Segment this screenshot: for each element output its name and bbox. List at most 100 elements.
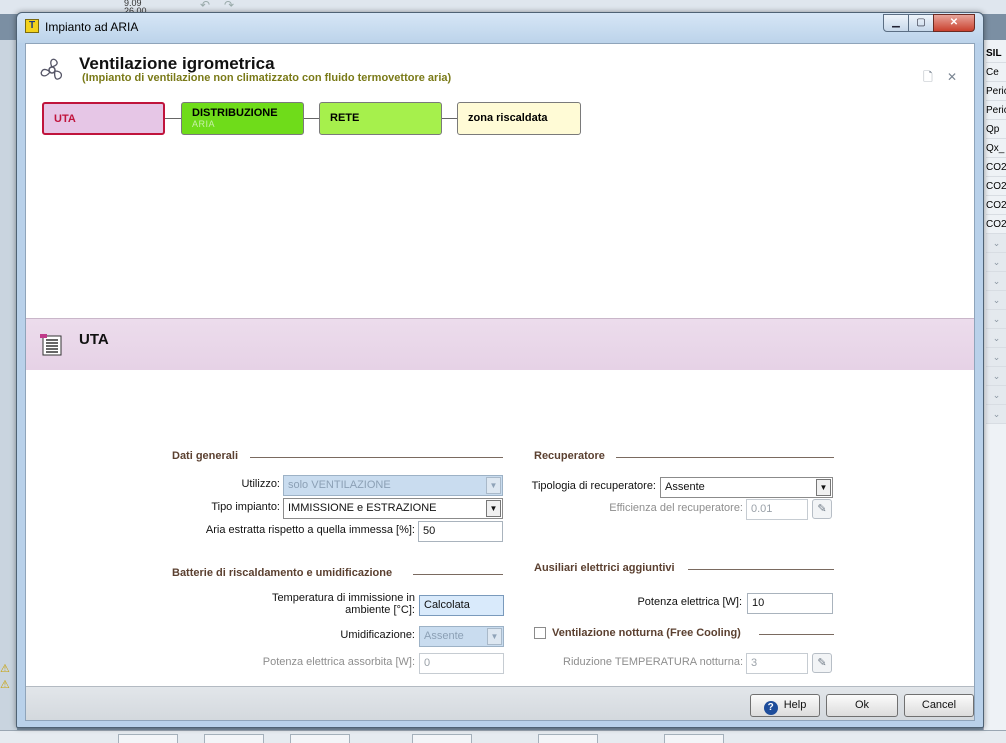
- chevron-down-icon: ▼: [487, 628, 502, 645]
- potenza-elettrica-input[interactable]: 10: [747, 593, 833, 614]
- ok-button[interactable]: Ok: [826, 694, 898, 717]
- group-title-ausiliari: Ausiliari elettrici aggiuntivi: [534, 562, 675, 574]
- umidificazione-label: Umidificazione:: [340, 629, 415, 641]
- chevron-down-icon[interactable]: ▼: [816, 479, 831, 496]
- tipo-impianto-value: IMMISSIONE e ESTRAZIONE: [288, 502, 437, 514]
- dialog-content: Ventilazione igrometrica (Impianto di ve…: [25, 43, 975, 721]
- warning-icon: ⚠: [0, 679, 10, 691]
- chevron-down-icon: ▼: [486, 477, 501, 494]
- list-item: Peric: [986, 101, 1006, 120]
- close-button[interactable]: ✕: [933, 14, 975, 32]
- background-tab[interactable]: [538, 734, 598, 743]
- temperatura-label: Temperatura di immissione in ambiente [°…: [226, 592, 415, 616]
- riduzione-temperatura-label: Riduzione TEMPERATURA notturna:: [563, 656, 743, 668]
- chevron-down-icon[interactable]: ⌄: [986, 348, 1006, 367]
- potenza-elettrica-label: Potenza elettrica [W]:: [637, 596, 742, 608]
- list-item: Qp: [986, 120, 1006, 139]
- group-title-ventilazione-notturna: Ventilazione notturna (Free Cooling): [552, 627, 741, 639]
- new-document-icon[interactable]: 🗋: [921, 70, 935, 84]
- background-tab[interactable]: [412, 734, 472, 743]
- umidificazione-value: Assente: [424, 630, 464, 642]
- umidificazione-select: Assente ▼: [419, 626, 504, 647]
- section-header: UTA: [26, 318, 974, 370]
- uta-form: Dati generali Utilizzo: solo VENTILAZION…: [26, 370, 974, 686]
- dialog-footer: ? Help Ok Cancel: [26, 686, 974, 720]
- cancel-button[interactable]: Cancel: [904, 694, 974, 717]
- chevron-down-icon[interactable]: ⌄: [986, 253, 1006, 272]
- lightbulb-icon[interactable]: ✎: [812, 499, 832, 519]
- lightbulb-icon[interactable]: ✎: [812, 653, 832, 673]
- air-handling-unit-icon: [40, 334, 62, 356]
- chevron-down-icon[interactable]: ⌄: [986, 291, 1006, 310]
- list-item: SIL: [986, 44, 1006, 63]
- aria-estratta-input[interactable]: 50: [418, 521, 503, 542]
- chevron-down-icon[interactable]: ⌄: [986, 234, 1006, 253]
- tipologia-recuperatore-select[interactable]: Assente ▼: [660, 477, 833, 498]
- group-divider: [688, 569, 834, 570]
- background-tab[interactable]: [118, 734, 178, 743]
- group-title-dati-generali: Dati generali: [172, 450, 239, 462]
- warning-icon: ⚠: [0, 663, 10, 675]
- list-item: Peric: [986, 82, 1006, 101]
- list-item: Qx_: [986, 139, 1006, 158]
- background-right-panel: SIL Ce Peric Peric Qp Qx_ CO2 CO2 CO2 CO…: [983, 40, 1006, 743]
- background-left-panel: ⚠ ⚠: [0, 40, 17, 743]
- redo-icon[interactable]: ↷: [224, 0, 234, 12]
- chevron-down-icon[interactable]: ⌄: [986, 405, 1006, 424]
- utilizzo-label: Utilizzo:: [241, 478, 280, 490]
- group-divider: [759, 634, 834, 635]
- close-document-icon[interactable]: ✕: [945, 70, 959, 84]
- flow-node-distribuzione[interactable]: DISTRIBUZIONE ARIA: [181, 102, 304, 135]
- chevron-down-icon[interactable]: ⌄: [986, 310, 1006, 329]
- flow-node-zona-riscaldata[interactable]: zona riscaldata: [457, 102, 581, 135]
- chevron-down-icon[interactable]: ⌄: [986, 272, 1006, 291]
- efficienza-label: Efficienza del recuperatore:: [609, 502, 743, 514]
- group-divider: [413, 574, 503, 575]
- minimize-button[interactable]: ▁: [883, 14, 909, 32]
- help-button[interactable]: ? Help: [750, 694, 820, 717]
- flow-connector: [442, 118, 457, 119]
- window-title: Impianto ad ARIA: [45, 20, 139, 34]
- background-taskbar: [0, 730, 1006, 743]
- app-icon: T: [25, 19, 39, 33]
- chevron-down-icon[interactable]: ⌄: [986, 386, 1006, 405]
- list-item: CO2: [986, 196, 1006, 215]
- section-title: UTA: [79, 331, 109, 348]
- title-bar[interactable]: T Impianto ad ARIA ▁ ▢ ✕: [17, 13, 983, 43]
- flow-connector: [304, 118, 319, 119]
- list-item: Ce: [986, 63, 1006, 82]
- background-tab[interactable]: [664, 734, 724, 743]
- background-tab[interactable]: [204, 734, 264, 743]
- dialog-header: Ventilazione igrometrica (Impianto di ve…: [26, 44, 974, 92]
- utilizzo-select: solo VENTILAZIONE ▼: [283, 475, 503, 496]
- chevron-down-icon[interactable]: ⌄: [986, 329, 1006, 348]
- flow-diagram: UTA DISTRIBUZIONE ARIA RETE zona riscald…: [26, 92, 974, 318]
- efficienza-input: 0.01: [746, 499, 808, 520]
- group-divider: [250, 457, 503, 458]
- ventilazione-notturna-checkbox[interactable]: [534, 627, 546, 639]
- temperatura-input[interactable]: Calcolata: [419, 595, 504, 616]
- undo-icon[interactable]: ↶: [200, 0, 210, 12]
- group-divider: [616, 457, 834, 458]
- aria-estratta-label: Aria estratta rispetto a quella immessa …: [205, 524, 415, 536]
- flow-node-uta[interactable]: UTA: [42, 102, 165, 135]
- fan-icon: [40, 58, 63, 80]
- flow-node-label: RETE: [330, 112, 360, 124]
- chevron-down-icon[interactable]: ⌄: [986, 367, 1006, 386]
- flow-node-rete[interactable]: RETE: [319, 102, 442, 135]
- dialog-window: T Impianto ad ARIA ▁ ▢ ✕ Ventilazione ig…: [16, 12, 984, 728]
- tipo-impianto-select[interactable]: IMMISSIONE e ESTRAZIONE ▼: [283, 498, 503, 519]
- chevron-down-icon[interactable]: ▼: [486, 500, 501, 517]
- flow-connector: [165, 118, 181, 119]
- window-controls: ▁ ▢ ✕: [883, 14, 975, 33]
- background-tab[interactable]: [290, 734, 350, 743]
- tipo-impianto-label: Tipo impianto:: [211, 501, 280, 513]
- list-item: CO2: [986, 158, 1006, 177]
- temperatura-label-line-1: Temperatura di immissione in: [271, 592, 415, 604]
- utilizzo-value: solo VENTILAZIONE: [288, 479, 391, 491]
- potenza-assorbita-label: Potenza elettrica assorbita [W]:: [262, 656, 415, 668]
- tipologia-recuperatore-value: Assente: [665, 481, 705, 493]
- group-title-recuperatore: Recuperatore: [534, 450, 605, 462]
- maximize-button[interactable]: ▢: [908, 14, 934, 32]
- help-icon: ?: [763, 701, 778, 715]
